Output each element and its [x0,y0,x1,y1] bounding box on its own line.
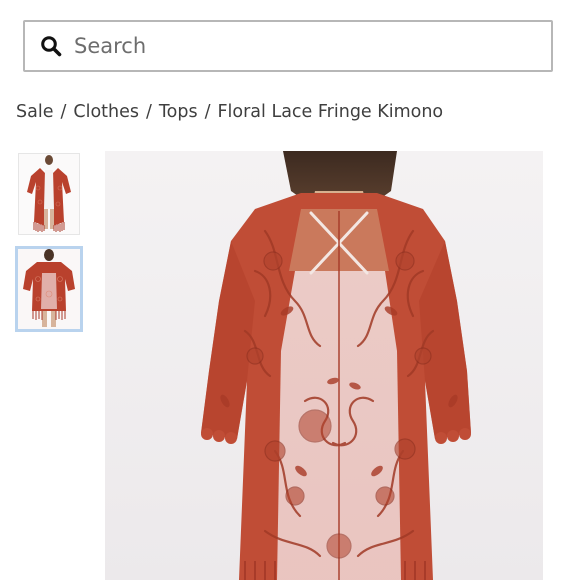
breadcrumb-separator: / [60,102,67,122]
search-input[interactable] [74,34,514,58]
breadcrumb-tops[interactable]: Tops [159,102,198,122]
breadcrumb-separator: / [204,102,211,122]
breadcrumb: Sale / Clothes / Tops / Floral Lace Fringe Kim… [16,102,443,122]
search-icon[interactable] [40,35,62,57]
product-main-image [105,151,543,580]
product-page: Sale / Clothes / Tops / Floral Lace Fringe Kim… [0,0,580,580]
breadcrumb-clothes[interactable]: Clothes [73,102,139,122]
breadcrumb-current-product: Floral Lace Fringe Kimono [217,102,444,122]
thumbnail-front-view[interactable] [18,153,80,235]
thumbnail-back-view[interactable] [15,246,83,332]
search-bar[interactable] [23,20,553,72]
breadcrumb-sale[interactable]: Sale [16,102,53,122]
breadcrumb-separator: / [146,102,152,122]
